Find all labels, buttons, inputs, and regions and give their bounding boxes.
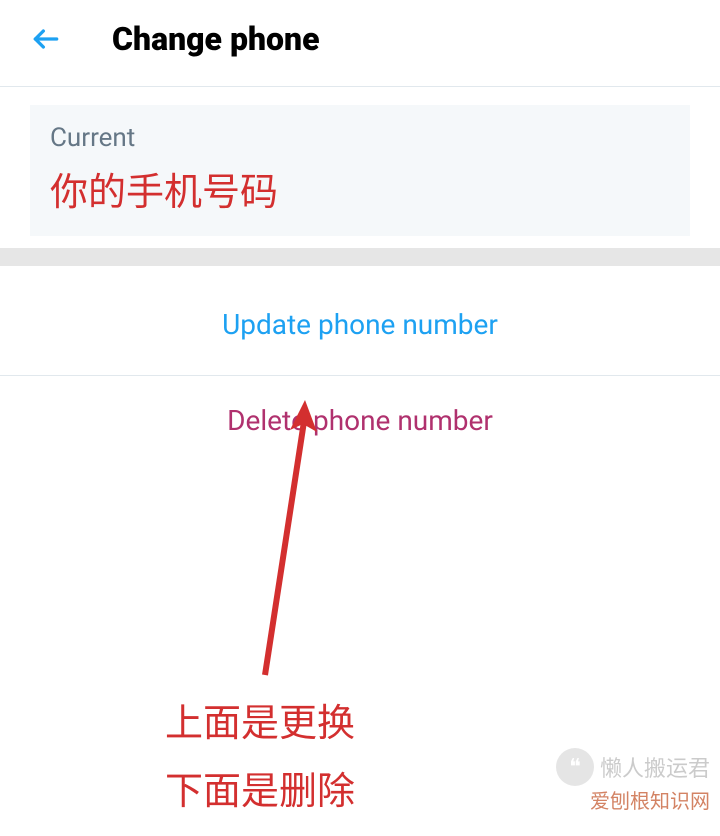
delete-phone-button[interactable]: Delete phone number (227, 404, 493, 437)
header: Change phone (0, 0, 720, 86)
watermark-2: 爱刨根知识网 (590, 785, 710, 814)
section-separator (0, 248, 720, 266)
wechat-icon: ❝ (556, 748, 594, 786)
delete-section: Delete phone number (0, 376, 720, 467)
update-phone-button[interactable]: Update phone number (222, 308, 498, 341)
current-phone-field[interactable]: Current 你的手机号码 (30, 105, 690, 236)
page-title: Change phone (112, 20, 320, 58)
divider (0, 86, 720, 87)
current-label: Current (50, 123, 670, 153)
back-arrow-icon[interactable] (30, 23, 62, 55)
explanation-line-1: 上面是更换 (165, 690, 355, 758)
explanation-line-2: 下面是删除 (165, 758, 355, 826)
explanation-annotation: 上面是更换 下面是删除 (165, 690, 355, 827)
watermark-1: ❝ 懒人搬运君 (556, 748, 710, 786)
update-section: Update phone number (0, 266, 720, 375)
watermark-text-1: 懒人搬运君 (600, 751, 710, 783)
phone-annotation-text: 你的手机号码 (50, 161, 670, 216)
